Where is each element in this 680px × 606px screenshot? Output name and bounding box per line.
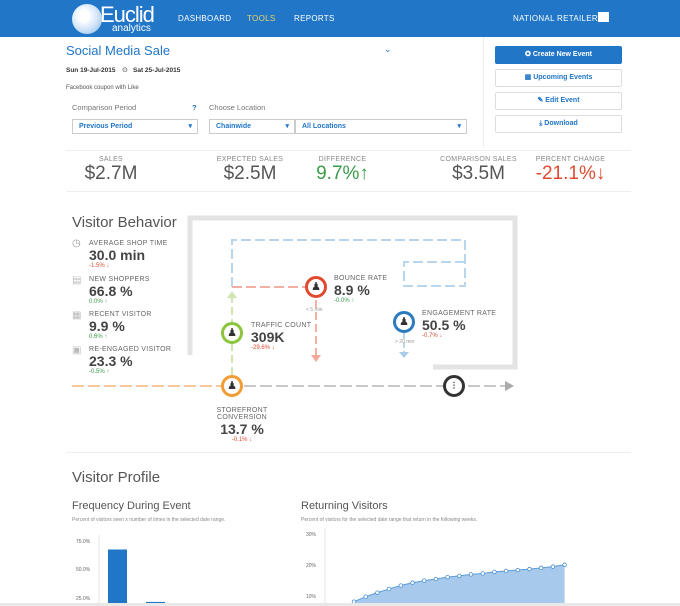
returning-point [492, 569, 497, 575]
returning-point [480, 571, 485, 576]
returning-point [468, 572, 474, 577]
profile-charts [98, 528, 567, 606]
returning-point [386, 586, 392, 592]
returning-point [539, 565, 544, 571]
returning-point [433, 576, 439, 582]
returning-point [375, 590, 380, 595]
returning-point [527, 566, 532, 572]
returning-point [445, 574, 450, 580]
returning-point [515, 567, 520, 573]
frequency-bar [108, 549, 127, 606]
returning-point [363, 594, 368, 599]
returning-point [562, 562, 567, 567]
returning-point [550, 564, 556, 569]
returning-point [410, 580, 415, 585]
returning-point [398, 583, 403, 588]
returning-point [503, 568, 509, 574]
returning-point [422, 578, 427, 583]
returning-area [354, 564, 565, 606]
returning-point [457, 573, 462, 579]
